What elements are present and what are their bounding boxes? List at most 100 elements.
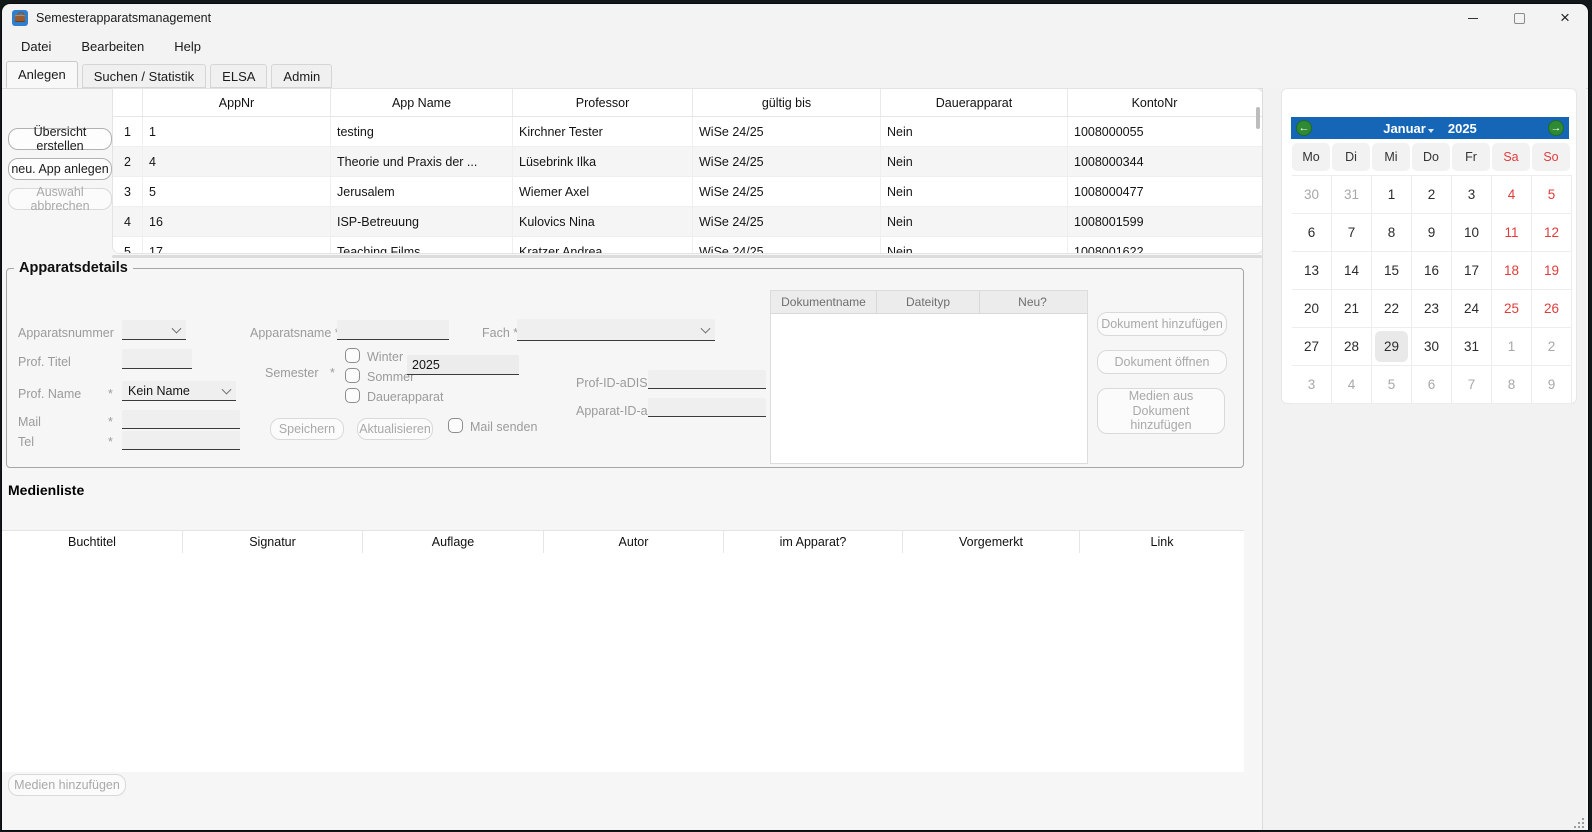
tab-anlegen[interactable]: Anlegen [6, 61, 78, 88]
calendar-day[interactable]: 12 [1532, 214, 1572, 252]
table-row[interactable]: 5 17 Teaching Films Kratzer Andrea WiSe … [113, 237, 1263, 254]
calendar-prev-button[interactable]: ← [1296, 120, 1312, 136]
menu-item-datei[interactable]: Datei [6, 39, 66, 54]
close-button[interactable]: × [1542, 4, 1588, 32]
column-header-appnr[interactable]: AppNr [143, 89, 331, 116]
column-header-kontonr[interactable]: KontoNr [1068, 89, 1241, 116]
prof-name-combo[interactable]: Kein Name [122, 381, 236, 401]
calendar-day[interactable]: 23 [1412, 290, 1452, 328]
column-header-signatur[interactable]: Signatur [183, 531, 363, 553]
resize-grip-icon[interactable] [1574, 818, 1576, 820]
calendar-day[interactable]: 1 [1372, 176, 1412, 214]
calendar-day[interactable]: 31 [1332, 176, 1372, 214]
calendar-day[interactable]: 7 [1332, 214, 1372, 252]
maximize-button[interactable] [1496, 4, 1542, 32]
calendar-day[interactable]: 30 [1292, 176, 1332, 214]
calendar-day[interactable]: 10 [1452, 214, 1492, 252]
calendar-day[interactable]: 4 [1332, 366, 1372, 404]
neu-app-anlegen-button[interactable]: neu. App anlegen [8, 158, 112, 180]
tab-suchen-statistik[interactable]: Suchen / Statistik [82, 64, 206, 88]
dokument-oeffnen-button[interactable]: Dokument öffnen [1097, 350, 1227, 374]
calendar-day[interactable]: 3 [1292, 366, 1332, 404]
column-header-vorgemerkt[interactable]: Vorgemerkt [903, 531, 1080, 553]
calendar-day[interactable]: 26 [1532, 290, 1572, 328]
calendar-day-today[interactable]: 29 [1372, 328, 1412, 366]
column-header-gueltig-bis[interactable]: gültig bis [693, 89, 881, 116]
dokument-hinzufuegen-button[interactable]: Dokument hinzufügen [1097, 312, 1227, 336]
column-header-professor[interactable]: Professor [513, 89, 693, 116]
calendar-day[interactable]: 5 [1532, 176, 1572, 214]
calendar-day[interactable]: 30 [1412, 328, 1452, 366]
calendar-day[interactable]: 28 [1332, 328, 1372, 366]
table-scrollbar[interactable] [1256, 107, 1260, 129]
apparat-id-adis-field[interactable] [648, 398, 766, 417]
minimize-button[interactable] [1450, 4, 1496, 32]
calendar-day[interactable]: 4 [1492, 176, 1532, 214]
medien-aus-dokument-button[interactable]: Medien aus Dokument hinzufügen [1097, 388, 1225, 434]
column-header-autor[interactable]: Autor [544, 531, 724, 553]
calendar-day[interactable]: 16 [1412, 252, 1452, 290]
calendar-day[interactable]: 11 [1492, 214, 1532, 252]
calendar-day[interactable]: 22 [1372, 290, 1412, 328]
tab-admin[interactable]: Admin [271, 64, 332, 88]
calendar-day[interactable]: 7 [1452, 366, 1492, 404]
column-header-im-apparat[interactable]: im Apparat? [724, 531, 903, 553]
aktualisieren-button[interactable]: Aktualisieren [357, 418, 433, 440]
sommer-checkbox[interactable] [345, 368, 360, 383]
winter-checkbox[interactable] [345, 348, 360, 363]
calendar-day[interactable]: 24 [1452, 290, 1492, 328]
apparatsname-field[interactable] [337, 320, 449, 340]
calendar-day[interactable]: 31 [1452, 328, 1492, 366]
speichern-button[interactable]: Speichern [270, 418, 344, 440]
calendar-day[interactable]: 5 [1372, 366, 1412, 404]
table-row[interactable]: 2 4 Theorie und Praxis der ... Lüsebrink… [113, 147, 1263, 177]
calendar-day[interactable]: 15 [1372, 252, 1412, 290]
menu-item-help[interactable]: Help [159, 39, 216, 54]
calendar-day[interactable]: 3 [1452, 176, 1492, 214]
fach-combo[interactable] [517, 319, 715, 341]
calendar-day[interactable]: 6 [1292, 214, 1332, 252]
menu-item-bearbeiten[interactable]: Bearbeiten [66, 39, 159, 54]
calendar-day[interactable]: 2 [1412, 176, 1452, 214]
calendar-day[interactable]: 9 [1532, 366, 1572, 404]
semester-jahr-field[interactable]: 2025 [407, 355, 519, 375]
tab-elsa[interactable]: ELSA [210, 64, 267, 88]
column-header-dauerapparat[interactable]: Dauerapparat [881, 89, 1068, 116]
calendar-day[interactable]: 18 [1492, 252, 1532, 290]
table-row[interactable]: 4 16 ISP-Betreuung Kulovics Nina WiSe 24… [113, 207, 1263, 237]
column-header-auflage[interactable]: Auflage [363, 531, 544, 553]
table-row[interactable]: 1 1 testing Kirchner Tester WiSe 24/25 N… [113, 117, 1263, 147]
calendar-day[interactable]: 8 [1372, 214, 1412, 252]
calendar-day[interactable]: 14 [1332, 252, 1372, 290]
table-row[interactable]: 3 5 Jerusalem Wiemer Axel WiSe 24/25 Nei… [113, 177, 1263, 207]
auswahl-abbrechen-button[interactable]: Auswahl abbrechen [8, 188, 112, 210]
table-horizontal-scrollbar[interactable] [112, 255, 1262, 258]
calendar-day[interactable]: 25 [1492, 290, 1532, 328]
uebersicht-erstellen-button[interactable]: Übersicht erstellen [8, 128, 112, 150]
calendar-day[interactable]: 17 [1452, 252, 1492, 290]
prof-titel-field[interactable] [122, 349, 192, 369]
column-header-dateityp[interactable]: Dateityp [877, 291, 980, 313]
calendar-month[interactable]: Januar [1383, 121, 1426, 136]
calendar-day[interactable]: 2 [1532, 328, 1572, 366]
calendar-day[interactable]: 27 [1292, 328, 1332, 366]
prof-id-adis-field[interactable] [648, 370, 766, 389]
calendar-day[interactable]: 13 [1292, 252, 1332, 290]
column-header-neu[interactable]: Neu? [980, 291, 1085, 313]
medien-hinzufuegen-button[interactable]: Medien hinzufügen [8, 774, 126, 796]
apparatsnummer-combo[interactable] [122, 320, 186, 340]
column-header-link[interactable]: Link [1080, 531, 1244, 553]
column-header-appname[interactable]: App Name [331, 89, 513, 116]
tel-field[interactable] [122, 431, 240, 450]
calendar-day[interactable]: 6 [1412, 366, 1452, 404]
calendar-day[interactable]: 8 [1492, 366, 1532, 404]
column-header-dokumentname[interactable]: Dokumentname [771, 291, 877, 313]
calendar-year[interactable]: 2025 [1448, 121, 1477, 136]
dauerapparat-checkbox[interactable] [345, 388, 360, 403]
mail-field[interactable] [122, 410, 240, 429]
mail-senden-checkbox[interactable] [448, 418, 463, 433]
calendar-next-button[interactable]: → [1548, 120, 1564, 136]
calendar-day[interactable]: 21 [1332, 290, 1372, 328]
column-header-buchtitel[interactable]: Buchtitel [2, 531, 183, 553]
calendar-day[interactable]: 1 [1492, 328, 1532, 366]
